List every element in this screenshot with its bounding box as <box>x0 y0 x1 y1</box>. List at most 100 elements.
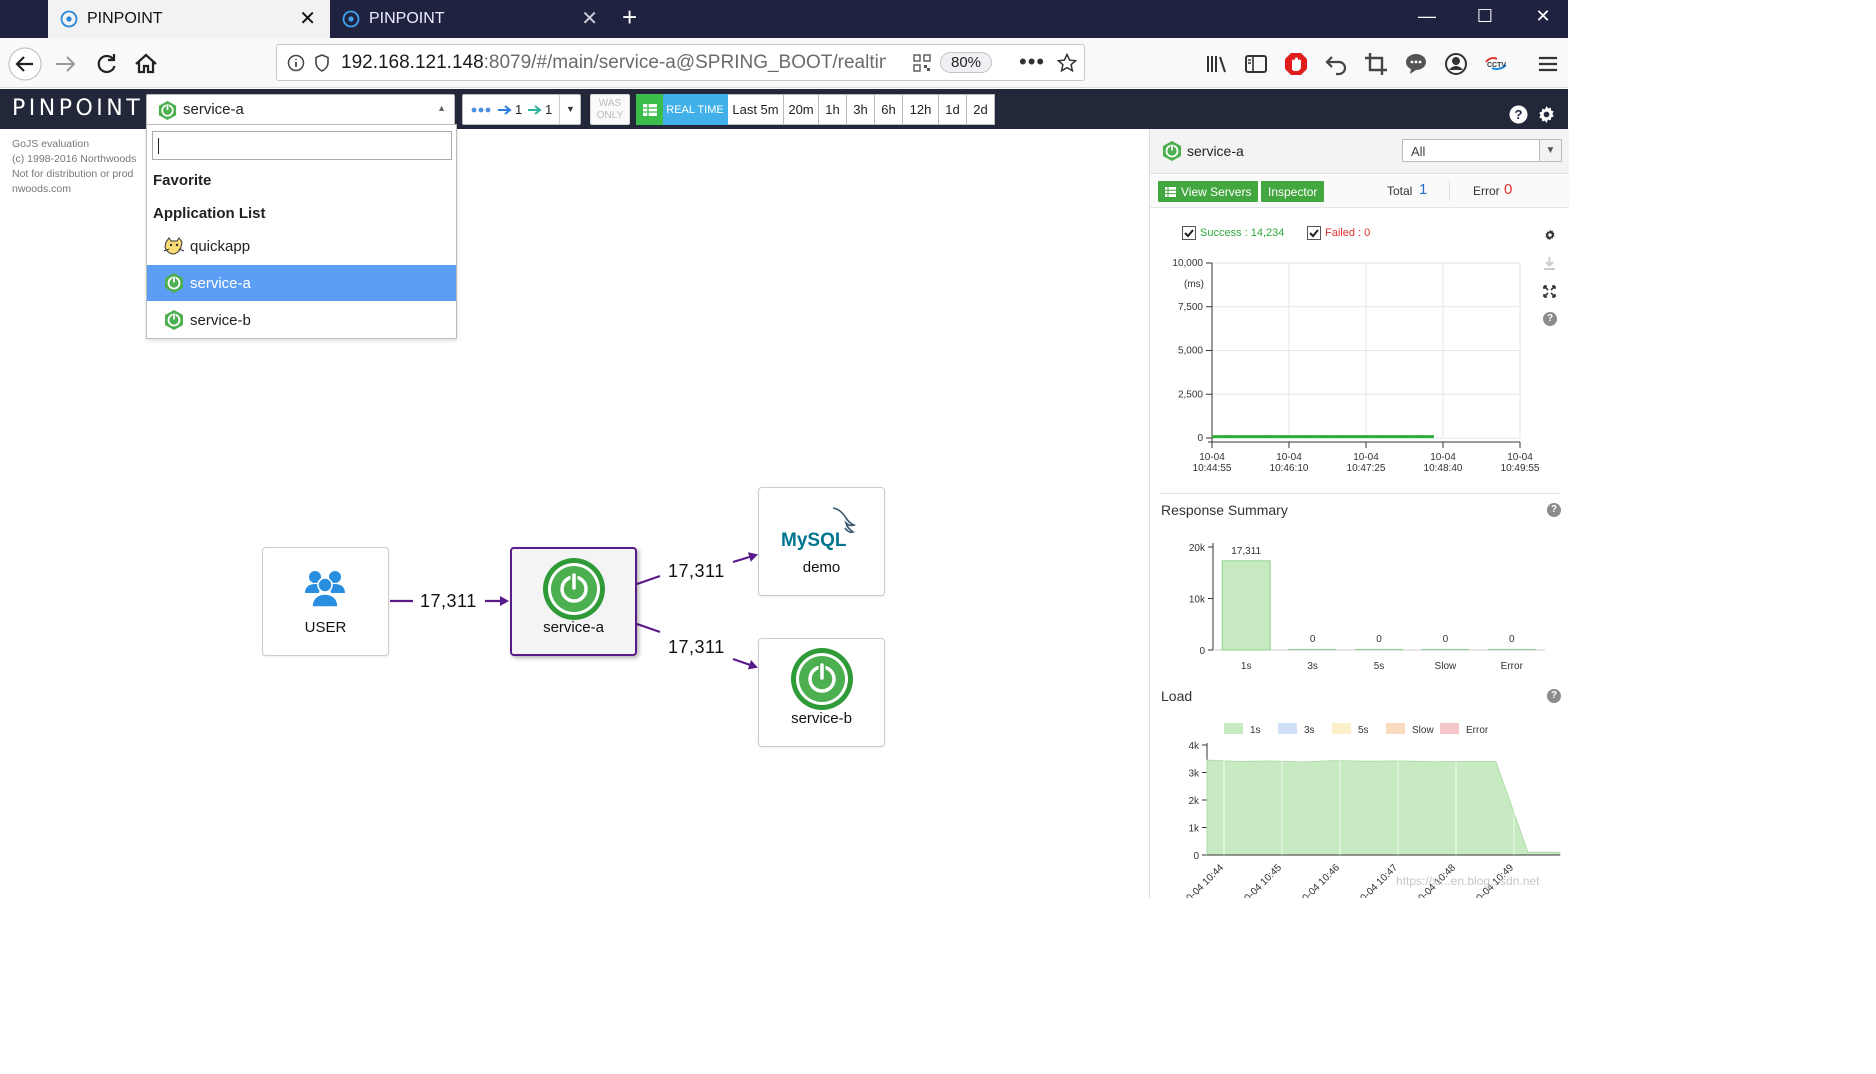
menu-icon[interactable] <box>1534 50 1562 78</box>
adblock-icon[interactable] <box>1282 50 1310 78</box>
realtime-button[interactable]: REAL TIME <box>663 94 728 125</box>
scatter-x-tick-label: 10:49:55 <box>1501 463 1540 474</box>
range-6h[interactable]: 6h <box>875 94 903 125</box>
new-tab-icon[interactable]: + <box>622 4 637 30</box>
cctv-extension-icon[interactable]: CCTV <box>1482 50 1510 78</box>
application-search-input[interactable] <box>152 131 452 160</box>
node-mysql-demo[interactable]: MySQL demo <box>758 487 885 596</box>
scatter-point <box>1224 435 1227 439</box>
qr-code-icon[interactable] <box>913 54 931 72</box>
inspector-button[interactable]: Inspector <box>1261 181 1325 202</box>
scatter-point <box>1368 435 1371 439</box>
account-icon[interactable] <box>1442 50 1470 78</box>
view-servers-button[interactable]: View Servers <box>1158 181 1259 202</box>
scatter-x-tick-label: 10-04 <box>1199 452 1225 463</box>
scatter-point <box>1363 435 1367 439</box>
node-service-a[interactable]: service-a <box>510 547 637 656</box>
scatter-x-tick-label: 10-04 <box>1430 452 1456 463</box>
load-legend-swatch <box>1332 723 1351 734</box>
was-only-button[interactable]: WAS ONLY <box>590 94 630 125</box>
response-summary-help-icon[interactable]: ? <box>1547 503 1561 517</box>
chat-icon[interactable] <box>1402 50 1430 78</box>
application-option-service-b[interactable]: service-b <box>147 302 456 338</box>
close-tab-icon[interactable]: ✕ <box>299 9 316 29</box>
info-icon[interactable] <box>287 54 305 72</box>
scatter-point <box>1310 435 1313 439</box>
node-filter-select[interactable]: 1 1 ▼ <box>462 94 581 125</box>
failed-checkbox[interactable] <box>1307 226 1321 240</box>
browser-tab[interactable]: PINPOINT ✕ <box>330 0 612 38</box>
range-1h[interactable]: 1h <box>819 94 847 125</box>
undo-icon[interactable] <box>1322 50 1350 78</box>
bar-value-label: 17,311 <box>1231 546 1261 557</box>
scatter-point <box>1285 435 1289 439</box>
scatter-point <box>1296 435 1299 439</box>
bar-y-tick-label: 20k <box>1189 543 1206 554</box>
filter-caret-down-icon[interactable]: ▼ <box>559 95 581 124</box>
scatter-point <box>1220 435 1223 439</box>
bookmark-star-icon[interactable] <box>1057 53 1077 73</box>
url-text[interactable]: 192.168.121.148:8079/#/main/service-a@SP… <box>341 52 886 74</box>
application-select[interactable]: service-a ▲ <box>146 94 455 125</box>
node-service-b[interactable]: service-b <box>758 638 885 747</box>
scatter-settings-gear-icon[interactable] <box>1544 229 1556 241</box>
success-checkbox[interactable] <box>1182 226 1196 240</box>
scatter-point <box>1279 435 1282 439</box>
range-12h[interactable]: 12h <box>903 94 939 125</box>
scatter-point <box>1382 435 1385 439</box>
zoom-level[interactable]: 80% <box>940 52 992 73</box>
help-icon[interactable]: ? <box>1509 105 1528 124</box>
range-2d[interactable]: 2d <box>967 94 995 125</box>
load-legend-swatch <box>1224 723 1243 734</box>
range-3h[interactable]: 3h <box>847 94 875 125</box>
success-legend-label: Success : 14,234 <box>1200 227 1285 239</box>
scatter-point <box>1388 435 1391 439</box>
home-icon[interactable] <box>132 50 160 78</box>
svg-text:CCTV: CCTV <box>1487 62 1506 69</box>
scatter-point <box>1329 435 1332 439</box>
response-summary-chart[interactable]: 20k 10k 0 17,311 1s 0 3s 0 5s 0 Slow 0 Error <box>1150 529 1569 679</box>
load-help-icon[interactable]: ? <box>1547 689 1561 703</box>
forward-icon[interactable] <box>52 50 80 78</box>
node-user[interactable]: USER <box>262 547 389 656</box>
browser-tab-active[interactable]: PINPOINT ✕ <box>48 0 330 38</box>
sidebar-icon[interactable] <box>1242 50 1270 78</box>
scatter-point <box>1253 435 1256 439</box>
scatter-point <box>1312 435 1315 439</box>
agent-filter-select[interactable]: All ▼ <box>1402 139 1562 162</box>
load-y-tick-label: 4k <box>1188 741 1200 752</box>
edge-count-label[interactable]: 17,311 <box>668 561 725 582</box>
shield-icon[interactable] <box>313 53 331 73</box>
crop-icon[interactable] <box>1362 50 1390 78</box>
response-time-scatter-chart[interactable]: 10,0007,5005,0002,5000(ms)10-0410:44:551… <box>1150 249 1569 489</box>
load-legend-swatch <box>1386 723 1405 734</box>
total-value: 1 <box>1419 181 1428 198</box>
maximize-icon[interactable]: ☐ <box>1456 0 1514 32</box>
bar-category-label: Slow <box>1435 661 1457 672</box>
close-window-icon[interactable]: ✕ <box>1514 0 1572 32</box>
edge-count-label[interactable]: 17,311 <box>420 591 477 612</box>
library-icon[interactable] <box>1203 50 1231 78</box>
close-tab-icon[interactable]: ✕ <box>581 9 598 29</box>
reload-icon[interactable] <box>92 50 120 78</box>
settings-gear-icon[interactable] <box>1537 105 1556 124</box>
application-option-quickapp[interactable]: quickapp <box>147 228 456 264</box>
application-option-service-a[interactable]: service-a <box>147 265 456 301</box>
url-bar[interactable]: 192.168.121.148:8079/#/main/service-a@SP… <box>276 44 1085 81</box>
range-1d[interactable]: 1d <box>939 94 967 125</box>
back-icon[interactable] <box>8 47 42 81</box>
page-actions-icon[interactable]: ••• <box>1019 49 1045 75</box>
realtime-toggle-icon[interactable] <box>636 94 663 125</box>
tab-title: PINPOINT <box>87 10 163 27</box>
range-last-5m[interactable]: Last 5m <box>728 94 784 125</box>
edge-count-label[interactable]: 17,311 <box>668 637 725 658</box>
chevron-down-icon: ▼ <box>1539 140 1561 161</box>
scatter-x-tick-label: 10:48:40 <box>1424 463 1463 474</box>
inbound-dots-icon <box>471 107 491 113</box>
option-label: service-b <box>190 311 251 329</box>
load-chart[interactable]: 1s 3s 5s Slow Error 4k 3k 2k 1k 010-04 10:44 10-04… <box>1150 714 1569 898</box>
scatter-point <box>1343 435 1346 439</box>
range-20m[interactable]: 20m <box>784 94 819 125</box>
minimize-icon[interactable]: — <box>1398 0 1456 32</box>
pinpoint-logo[interactable]: PINPOINT <box>12 96 143 121</box>
